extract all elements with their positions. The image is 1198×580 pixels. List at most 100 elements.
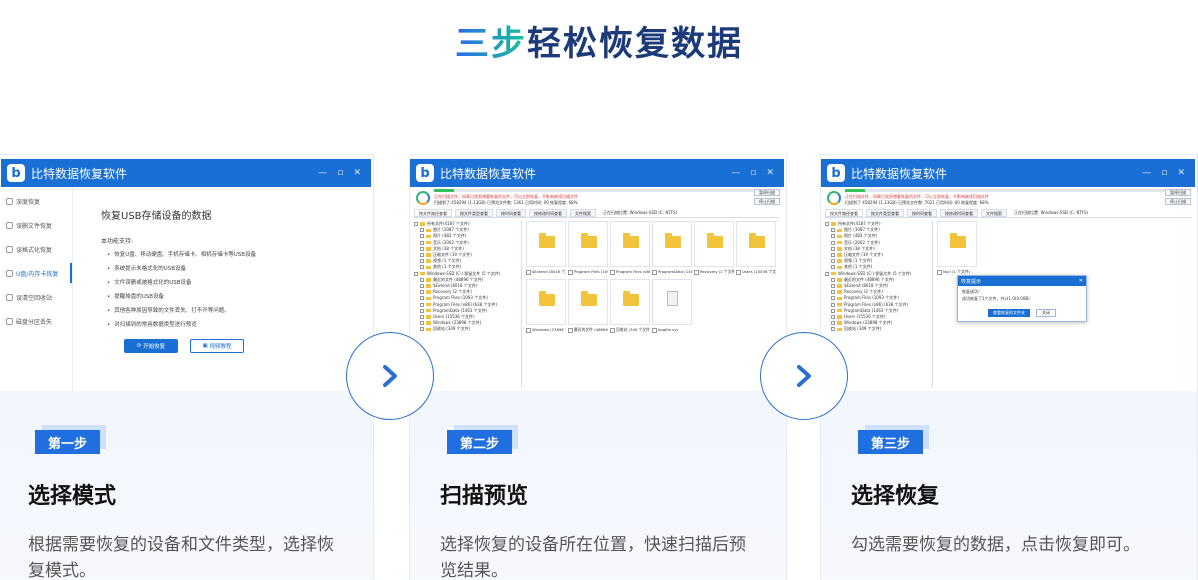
folder-icon <box>426 290 431 294</box>
tab-by-path[interactable]: 按文件路径查看 <box>414 209 452 217</box>
checkbox[interactable] <box>420 253 424 257</box>
checkbox[interactable] <box>831 253 835 257</box>
checkbox[interactable] <box>831 290 835 294</box>
tree-row-label: 文档 (38 个文件) <box>844 246 875 252</box>
checkbox[interactable] <box>420 303 424 307</box>
tab-by-path[interactable]: 按文件路径查看 <box>825 209 863 217</box>
checkbox[interactable] <box>414 272 418 276</box>
sidebar-item-partition-lost[interactable]: 磁盘分区丢失 <box>1 311 72 331</box>
file-tile[interactable] <box>568 221 608 267</box>
checkbox[interactable] <box>420 228 424 232</box>
checkbox[interactable] <box>420 321 424 325</box>
close-icon[interactable]: ✕ <box>1079 278 1086 284</box>
video-tutorial-button[interactable]: ▣ 视频教程 <box>190 339 244 353</box>
tab-search[interactable]: 文件搜索 <box>981 209 1007 217</box>
tab-by-time[interactable]: 按时间查看 <box>496 209 526 217</box>
tree-row[interactable]: 回收站 (349 个文件) <box>825 326 932 332</box>
checkbox[interactable] <box>420 315 424 319</box>
open-folder-button[interactable]: 查看恢复的文件夹 <box>988 309 1030 317</box>
file-tile[interactable] <box>610 279 650 325</box>
tree-row-label: Users (15536 个文件) <box>433 314 475 320</box>
checkbox[interactable] <box>420 290 424 294</box>
close-icon[interactable]: ✕ <box>353 168 361 178</box>
file-icon <box>667 291 678 306</box>
file-tile-label: ProgramData (1463) <box>652 269 692 275</box>
sidebar-item-deleted-files[interactable]: 误删文件恢复 <box>1 215 72 235</box>
play-icon: ▣ <box>203 343 210 349</box>
sidebar-item-label: U盘/内存卡恢复 <box>16 269 58 278</box>
checkbox[interactable] <box>420 234 424 238</box>
checkbox[interactable] <box>831 278 835 282</box>
file-tile[interactable] <box>937 221 977 267</box>
tab-search[interactable]: 文件搜索 <box>570 209 596 217</box>
checkbox[interactable] <box>831 296 835 300</box>
pause-scan-button[interactable]: 暂停扫描 <box>754 189 780 196</box>
stop-scan-button[interactable]: 停止扫描 <box>1165 198 1191 205</box>
file-tile[interactable] <box>652 279 692 325</box>
sidebar-item-usb-recovery[interactable]: U盘/内存卡恢复 <box>1 263 72 283</box>
maximize-icon[interactable]: ▫ <box>1161 168 1167 178</box>
checkbox[interactable] <box>831 259 835 263</box>
checkbox[interactable] <box>831 327 835 331</box>
tab-by-type[interactable]: 按文件类型查看 <box>866 209 904 217</box>
checkbox[interactable] <box>831 265 835 269</box>
file-tile[interactable] <box>694 221 734 267</box>
view-tabs: 按文件路径查看 按文件类型查看 按时间查看 按修改时间查看 文件搜索 正在扫描位… <box>414 209 780 218</box>
checkbox[interactable] <box>831 247 835 251</box>
minimize-icon[interactable]: — <box>318 168 327 178</box>
checkbox[interactable] <box>420 284 424 288</box>
checkbox[interactable] <box>831 309 835 313</box>
dialog-close-button[interactable]: 关闭 <box>1036 309 1056 317</box>
pause-scan-button[interactable]: 暂停扫描 <box>1165 189 1191 196</box>
tab-by-time[interactable]: 按时间查看 <box>907 209 937 217</box>
maximize-icon[interactable]: ▫ <box>337 168 343 178</box>
maximize-icon[interactable]: ▫ <box>750 168 756 178</box>
scanning-spinner-icon <box>827 191 841 205</box>
checkbox[interactable] <box>831 228 835 232</box>
checkbox[interactable] <box>420 296 424 300</box>
file-tile[interactable] <box>652 221 692 267</box>
close-icon[interactable]: ✕ <box>1177 168 1185 178</box>
checkbox[interactable] <box>420 265 424 269</box>
file-tile[interactable] <box>568 279 608 325</box>
checkbox[interactable] <box>420 259 424 263</box>
sidebar-item-format-recovery[interactable]: 误格式化恢复 <box>1 239 72 259</box>
tab-by-modified[interactable]: 按修改时间查看 <box>940 209 978 217</box>
checkbox[interactable] <box>825 272 829 276</box>
next-step-arrow-2[interactable] <box>760 332 848 420</box>
folder-icon <box>426 235 431 239</box>
next-step-arrow-1[interactable] <box>346 332 434 420</box>
checkbox[interactable] <box>414 222 418 226</box>
checkbox[interactable] <box>831 284 835 288</box>
close-icon[interactable]: ✕ <box>766 168 774 178</box>
scan-stats: 扫描到了 458294 (1.13GB) 已预览文件数: 1361 已用时间: … <box>434 200 578 206</box>
checkbox[interactable] <box>420 327 424 331</box>
checkbox[interactable] <box>825 222 829 226</box>
minimize-icon[interactable]: — <box>731 168 740 178</box>
checkbox[interactable] <box>420 278 424 282</box>
file-tile[interactable] <box>526 279 566 325</box>
step-title-3: 选择恢复 <box>851 478 939 510</box>
sidebar-item-recycle-bin[interactable]: 误清空回收站 <box>1 287 72 307</box>
checkbox[interactable] <box>831 241 835 245</box>
app-titlebar: b 比特数据恢复软件 — ▫ ✕ <box>410 159 784 187</box>
file-tile[interactable] <box>736 221 776 267</box>
file-tile[interactable] <box>610 221 650 267</box>
checkbox[interactable] <box>831 321 835 325</box>
tab-by-type[interactable]: 按文件类型查看 <box>455 209 493 217</box>
start-recovery-button[interactable]: ⟳ 开始恢复 <box>124 339 178 353</box>
minimize-icon[interactable]: — <box>1142 168 1151 178</box>
checkbox[interactable] <box>420 241 424 245</box>
checkbox[interactable] <box>420 247 424 251</box>
file-tile[interactable] <box>526 221 566 267</box>
sidebar-item-deep-recovery[interactable]: 深度恢复 <box>1 191 72 211</box>
stop-scan-button[interactable]: 停止扫描 <box>754 198 780 205</box>
tree-row[interactable]: 回收站 (349 个文件) <box>414 326 521 332</box>
checkbox[interactable] <box>420 309 424 313</box>
checkbox[interactable] <box>831 234 835 238</box>
folder-icon <box>837 266 842 270</box>
checkbox[interactable] <box>831 315 835 319</box>
tab-by-modified[interactable]: 按修改时间查看 <box>529 209 567 217</box>
checkbox[interactable] <box>831 303 835 307</box>
mode-detail: 恢复USB存储设备的数据 本功能支持: 恢复U盘、移动硬盘、手机存储卡、相机存储… <box>101 207 361 334</box>
